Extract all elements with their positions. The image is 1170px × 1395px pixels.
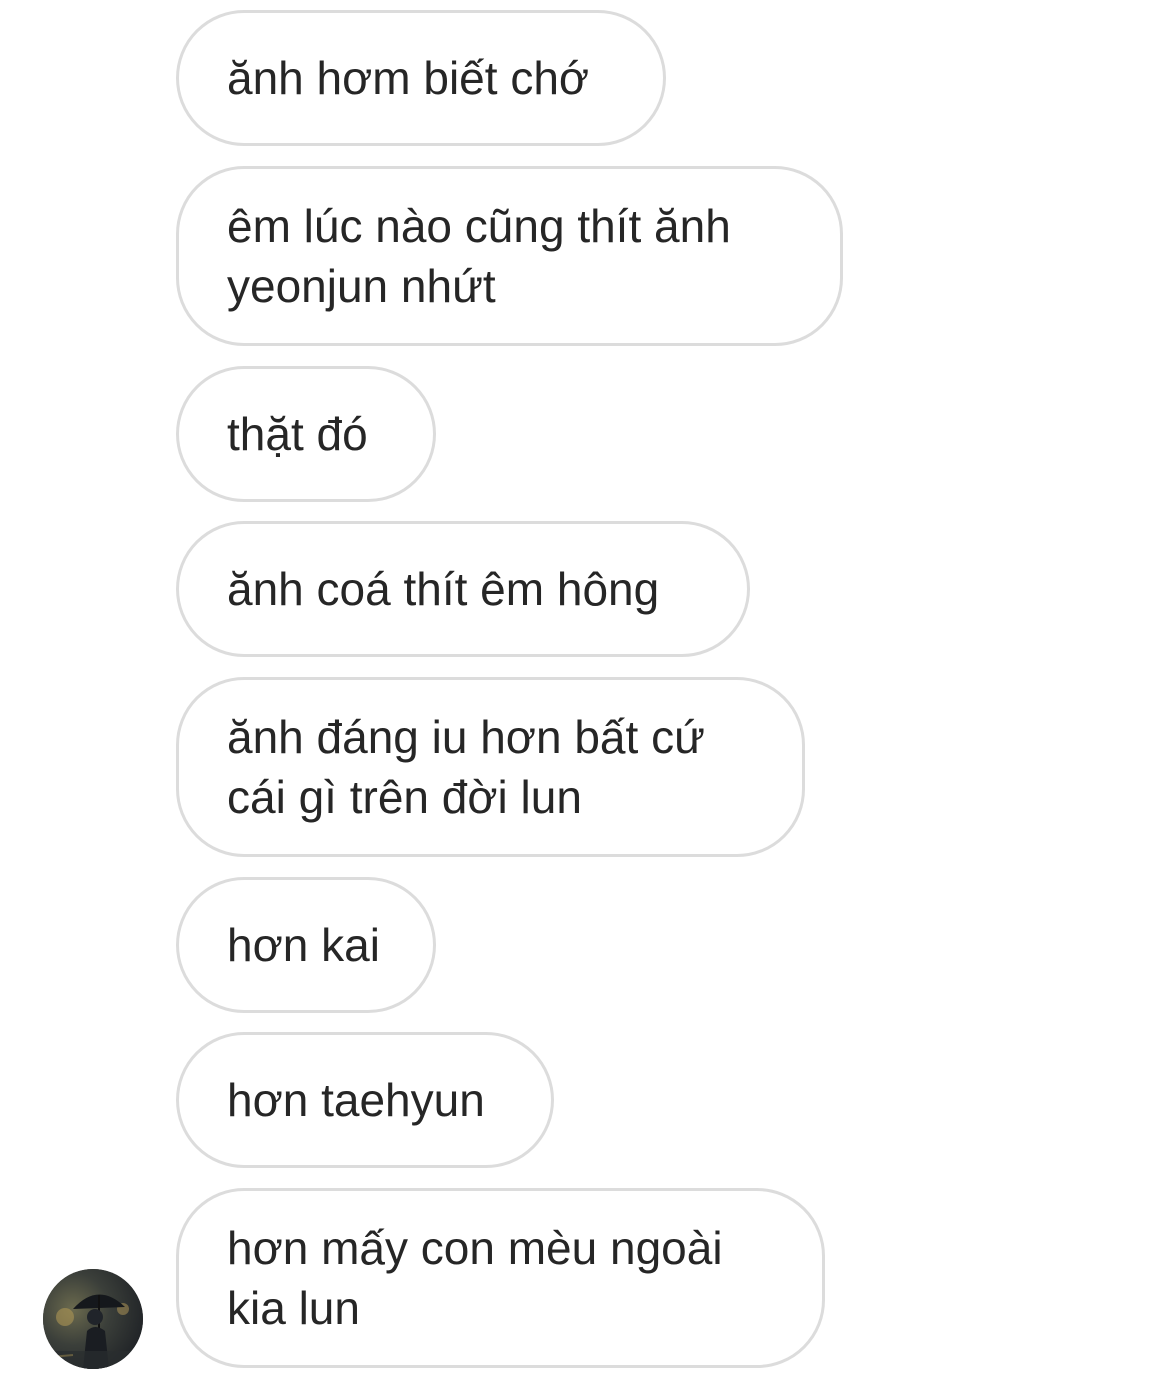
message-bubble[interactable]: êm lúc nào cũng thít ănh yeonjun nhứt [176, 166, 843, 346]
message-bubble[interactable]: ănh coá thít êm hông [176, 521, 750, 657]
sender-avatar[interactable] [43, 1269, 143, 1369]
message-text: ănh hơm biết chớ [227, 52, 590, 104]
message-bubble[interactable]: ănh hơm biết chớ [176, 10, 666, 146]
message-bubble[interactable]: ănh đáng iu hơn bất cứ cái gì trên đời l… [176, 677, 805, 857]
message-bubble[interactable]: hơn kai [176, 877, 436, 1013]
message-bubble[interactable]: hơn mấy con mèu ngoài kia lun [176, 1188, 825, 1368]
message-text: êm lúc nào cũng thít ănh yeonjun nhứt [227, 200, 731, 312]
message-text: hơn kai [227, 919, 380, 971]
message-bubble[interactable]: thặt đó [176, 366, 436, 502]
message-text: hơn mấy con mèu ngoài kia lun [227, 1222, 723, 1334]
message-bubble[interactable]: hơn taehyun [176, 1032, 554, 1168]
message-text: hơn taehyun [227, 1074, 485, 1126]
message-text: ănh đáng iu hơn bất cứ cái gì trên đời l… [227, 711, 705, 823]
profile-photo-icon [43, 1269, 143, 1369]
message-thread: ănh hơm biết chớ êm lúc nào cũng thít ăn… [0, 0, 1170, 1395]
message-text: thặt đó [227, 408, 368, 460]
message-text: ănh coá thít êm hông [227, 563, 660, 615]
